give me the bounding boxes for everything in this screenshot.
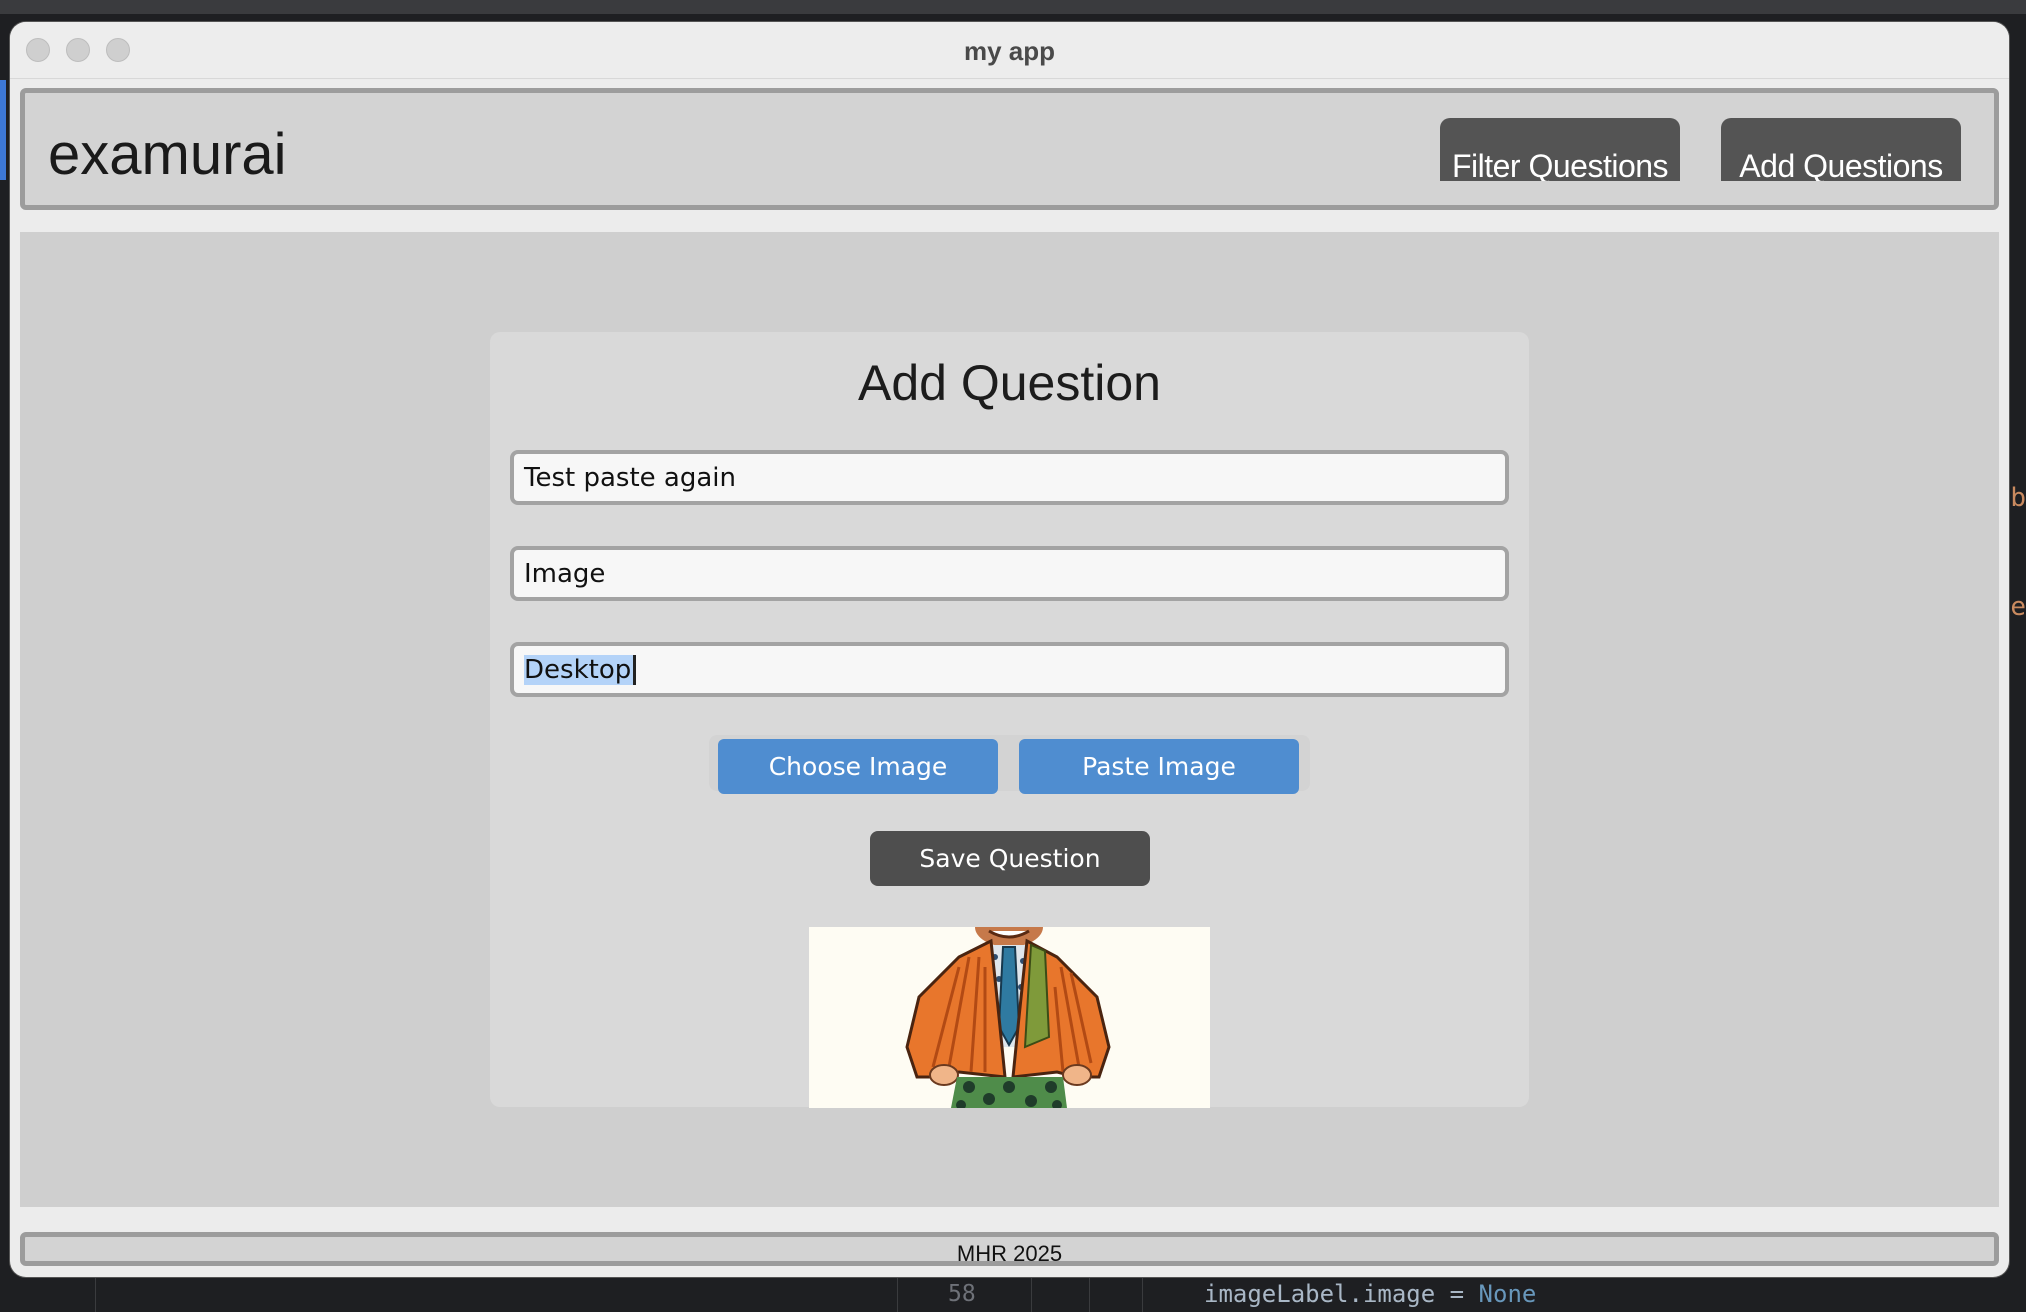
question-text-value: Test paste again xyxy=(524,462,736,493)
form-title: Add Question xyxy=(858,355,1161,411)
background-glyph: b xyxy=(2010,483,2026,513)
window-title: my app xyxy=(963,36,1056,66)
image-preview xyxy=(809,927,1210,1108)
question-text-field[interactable]: Test paste again xyxy=(510,450,1509,505)
background-accent xyxy=(0,80,6,180)
answer-value: Image xyxy=(524,558,606,589)
app-brand: examurai xyxy=(48,122,287,187)
background-glyph: e xyxy=(2010,592,2026,622)
category-field[interactable]: Desktop xyxy=(510,642,1509,697)
add-questions-label: Add Questions xyxy=(1739,148,1943,181)
cartoon-man-image xyxy=(905,927,1111,1108)
app-window: my app examurai Filter Questions Add Que… xyxy=(10,22,2009,1277)
choose-image-button[interactable]: Choose Image xyxy=(718,739,998,794)
category-value-selected: Desktop xyxy=(524,654,637,685)
background-strip xyxy=(0,0,2026,14)
choose-image-label: Choose Image xyxy=(768,752,948,781)
code-variable: imageLabel xyxy=(1204,1280,1349,1308)
footer-text: MHR 2025 xyxy=(956,1241,1063,1266)
paste-image-label: Paste Image xyxy=(1082,752,1236,781)
save-question-button[interactable]: Save Question xyxy=(870,831,1150,886)
filter-questions-label: Filter Questions xyxy=(1451,148,1669,181)
title-bar: my app xyxy=(10,22,2009,79)
editor-code-line: imageLabel.image = None xyxy=(1204,1280,1536,1308)
add-question-card: Add Question Test paste again Image Desk… xyxy=(490,332,1529,1108)
filter-questions-button[interactable]: Filter Questions xyxy=(1440,118,1680,181)
answer-field[interactable]: Image xyxy=(510,546,1509,601)
app-footer: MHR 2025 xyxy=(20,1232,1999,1266)
editor-line-number: 58 xyxy=(948,1281,976,1307)
add-questions-button[interactable]: Add Questions xyxy=(1721,118,1961,181)
save-question-label: Save Question xyxy=(919,844,1101,873)
code-operator: .image = xyxy=(1348,1280,1479,1308)
code-value: None xyxy=(1478,1280,1537,1308)
app-header: examurai Filter Questions Add Questions xyxy=(20,88,1999,210)
editor-gutter xyxy=(0,1277,2026,1312)
main-content: Add Question Test paste again Image Desk… xyxy=(20,232,1999,1207)
image-button-group: Choose Image Paste Image xyxy=(709,735,1310,794)
paste-image-button[interactable]: Paste Image xyxy=(1019,739,1299,794)
